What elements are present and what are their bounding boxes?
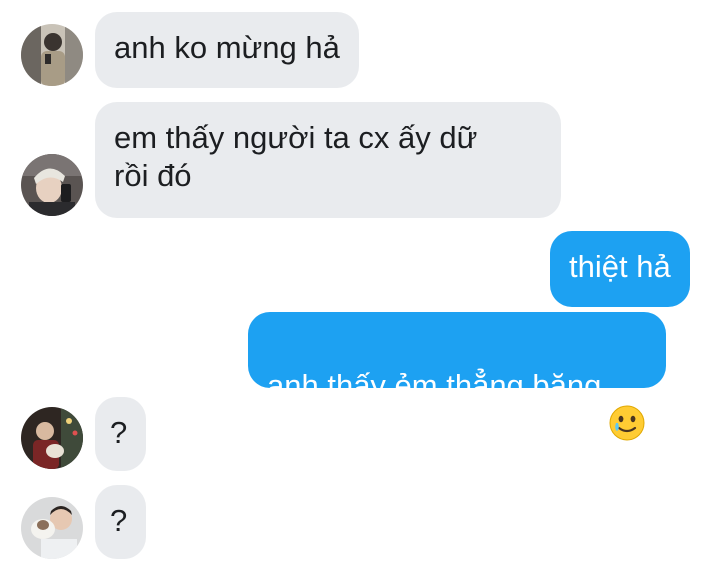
message-row: anh ko mừng hả (0, 12, 720, 88)
message-text: em thấy người ta cx ấy dữ rồi đó (114, 120, 478, 193)
avatar[interactable] (21, 407, 83, 469)
message-bubble[interactable]: em thấy người ta cx ấy dữ rồi đó (95, 102, 561, 218)
message-text: anh ko mừng hả (114, 30, 340, 65)
message-bubble[interactable]: thiệt hả (550, 231, 690, 307)
message-text: thiệt hả (569, 249, 671, 284)
message-row: em thấy người ta cx ấy dữ rồi đó (0, 102, 720, 218)
avatar[interactable] (21, 24, 83, 86)
message-text: ? (110, 503, 128, 538)
message-row: thiệt hả (0, 231, 720, 307)
message-bubble[interactable]: ? (95, 397, 146, 471)
message-bubble[interactable]: ? (95, 485, 146, 559)
message-text: ? (110, 415, 128, 450)
message-row: anh thấy ẻm thẳng băng (0, 312, 720, 441)
message-bubble[interactable]: anh thấy ẻm thẳng băng (248, 312, 667, 441)
avatar[interactable] (21, 497, 83, 559)
message-bubble[interactable]: anh ko mừng hả (95, 12, 359, 88)
message-row: ? (0, 397, 720, 471)
avatar[interactable] (21, 154, 83, 216)
message-row: ? (0, 485, 720, 559)
